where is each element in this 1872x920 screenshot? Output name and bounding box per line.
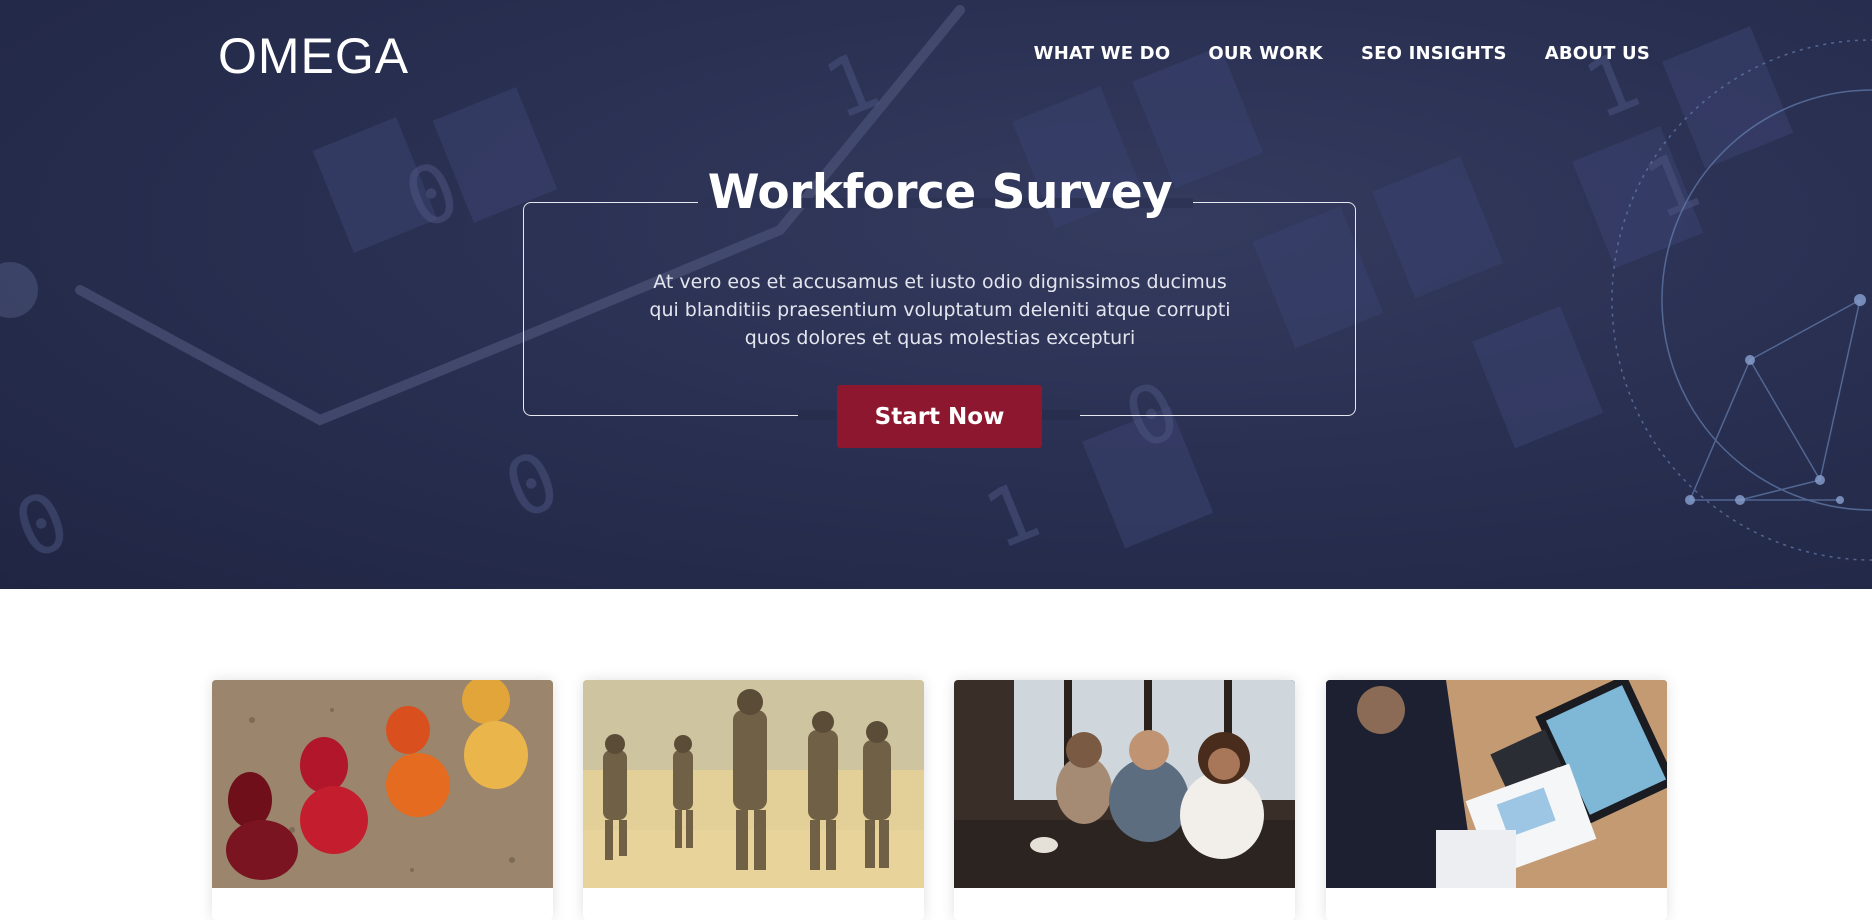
business-charts-desk-photo — [1326, 680, 1667, 888]
nav-seo-insights[interactable]: SEO INSIGHTS — [1361, 43, 1507, 64]
colorful-game-pawns-photo — [212, 680, 553, 888]
nav-our-work[interactable]: OUR WORK — [1208, 43, 1323, 64]
card-business-charts[interactable] — [1326, 680, 1667, 920]
main-nav: WHAT WE DO OUR WORK SEO INSIGHTS ABOUT U… — [1034, 43, 1650, 64]
card-pawns[interactable] — [212, 680, 553, 920]
svg-text:1: 1 — [812, 33, 892, 137]
start-now-button[interactable]: Start Now — [837, 385, 1042, 448]
nav-about-us[interactable]: ABOUT US — [1545, 43, 1650, 64]
nav-what-we-do[interactable]: WHAT WE DO — [1034, 43, 1171, 64]
hero-section: 0 1 1 0 1 0 0 1 OMEGA WHAT WE DO OUR WOR… — [0, 0, 1872, 589]
team-meeting-photo — [954, 680, 1295, 888]
card-meeting[interactable] — [954, 680, 1295, 920]
logo[interactable]: OMEGA — [218, 28, 409, 84]
svg-text:1: 1 — [972, 463, 1052, 567]
card-grid — [212, 680, 1668, 920]
hero-description: At vero eos et accusamus et iusto odio d… — [649, 271, 1231, 349]
card-soldiers[interactable] — [583, 680, 924, 920]
svg-text:0: 0 — [2, 473, 82, 577]
soldiers-in-desert-photo — [583, 680, 924, 888]
hero-title: Workforce Survey — [707, 165, 1173, 220]
svg-text:0: 0 — [492, 433, 572, 537]
